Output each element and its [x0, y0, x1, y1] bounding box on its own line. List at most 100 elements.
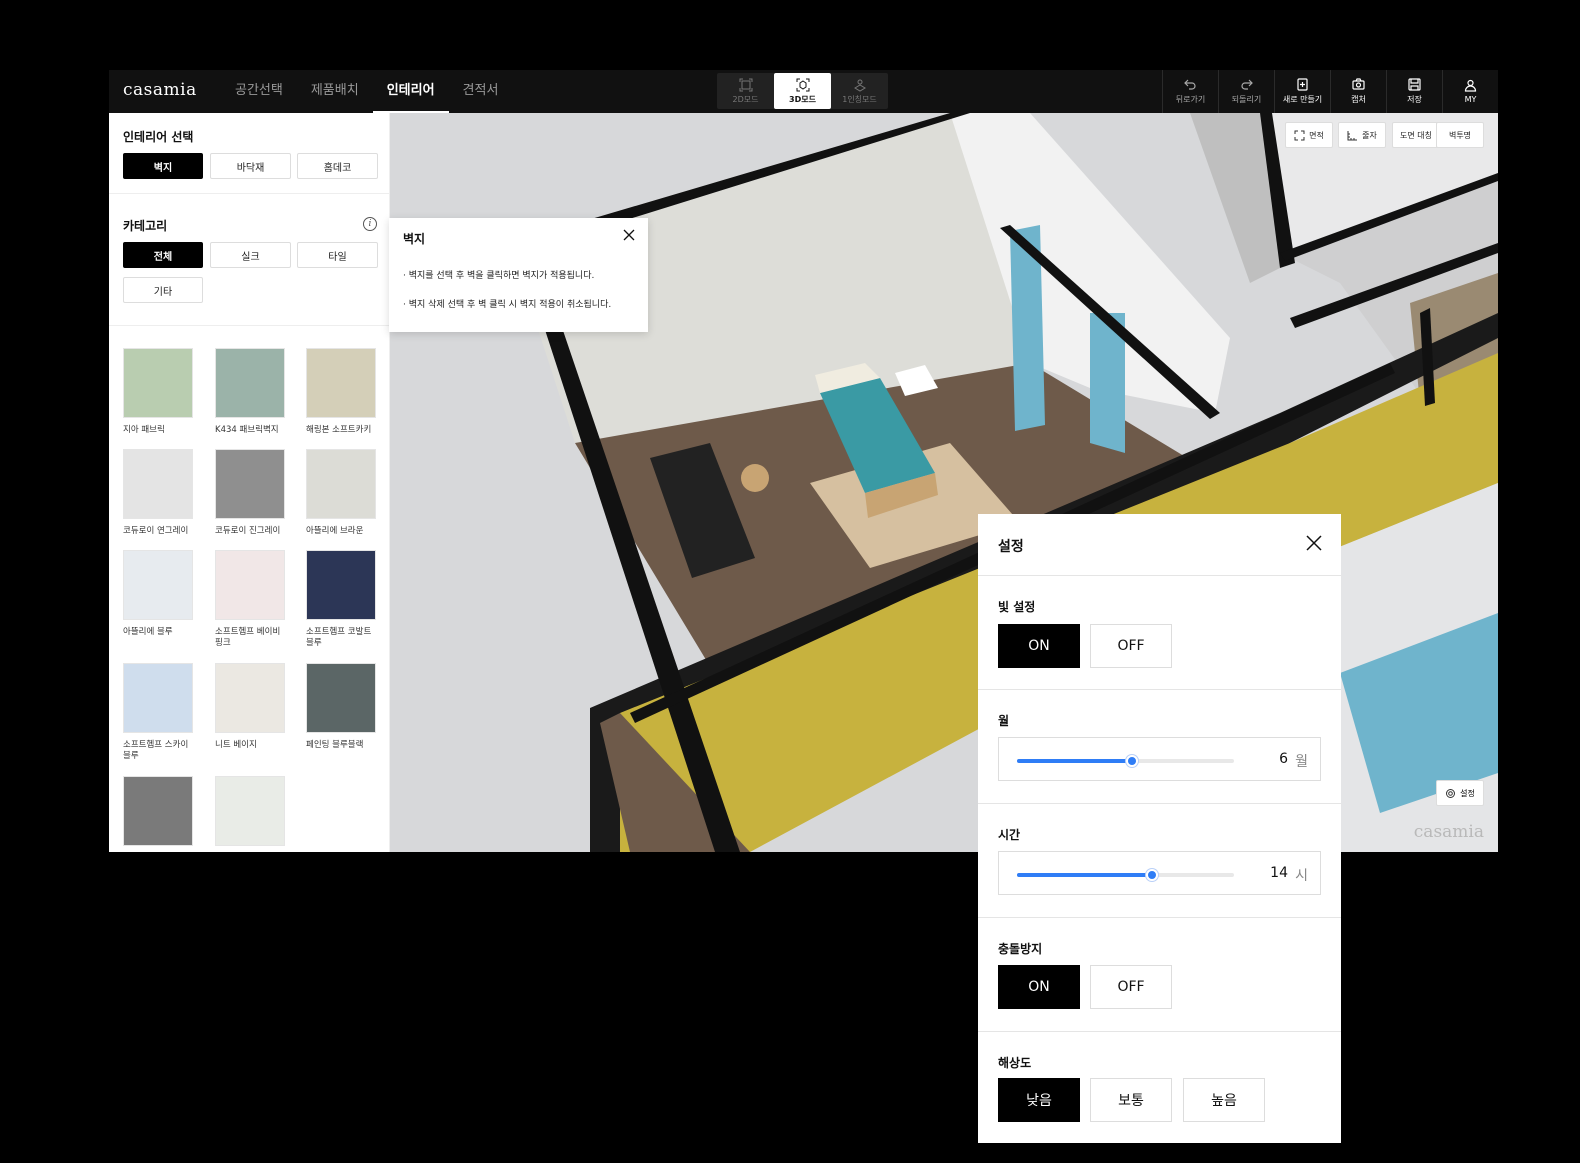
wallpaper-thumbnail[interactable]: [215, 663, 285, 733]
wallpaper-name: 페인팅 블루블랙: [306, 740, 364, 750]
wall-transparent-button[interactable]: 벽투명: [1436, 122, 1484, 148]
wallpaper-thumbnail[interactable]: [215, 348, 285, 418]
settings-header: 설정: [978, 514, 1341, 576]
wallpaper-thumbnail[interactable]: [215, 550, 285, 620]
time-unit: 시: [1295, 868, 1308, 884]
wallpaper-thumbnail[interactable]: [215, 776, 285, 846]
area-button[interactable]: 면적: [1285, 122, 1333, 148]
light-label: 빛 설정: [998, 600, 1036, 614]
wallpaper-thumbnail[interactable]: [123, 449, 193, 519]
wallpaper-thumbnail[interactable]: [123, 663, 193, 733]
light-on-button[interactable]: ON: [998, 624, 1080, 668]
time-slider-thumb[interactable]: [1145, 869, 1158, 881]
category-etc[interactable]: 기타: [123, 277, 203, 303]
tab-homedeco[interactable]: 홈데코: [297, 153, 378, 179]
resolution-low-button[interactable]: 낮음: [998, 1078, 1080, 1122]
wallpaper-thumbnail[interactable]: [123, 550, 193, 620]
wallpaper-swatch[interactable]: 페인팅 블루블랙: [306, 663, 376, 751]
mirror-plan-button[interactable]: 도면 대칭: [1392, 122, 1440, 148]
wallpaper-thumbnail[interactable]: [306, 348, 376, 418]
wallpaper-swatch[interactable]: 코듀로이 연그레이: [123, 449, 193, 537]
light-off-button[interactable]: OFF: [1090, 624, 1172, 668]
user-icon: [1464, 79, 1477, 92]
wallpaper-swatch[interactable]: 코듀로이 진그레이: [215, 449, 285, 537]
resolution-high-button[interactable]: 높음: [1183, 1078, 1265, 1122]
wallpaper-swatch[interactable]: 소프트헴프 베이비 핑크: [215, 550, 285, 649]
mode-2d-button[interactable]: 2D모드: [717, 73, 774, 109]
nav-space-select[interactable]: 공간선택: [221, 70, 297, 113]
month-slider-box: 6 월: [998, 737, 1321, 781]
tab-flooring[interactable]: 바닥재: [210, 153, 291, 179]
ruler-button[interactable]: 줄자: [1338, 122, 1386, 148]
wallpaper-name: 코듀로이 연그레이: [123, 526, 189, 536]
resolution-label: 해상도: [998, 1056, 1032, 1070]
settings-button[interactable]: 설정: [1436, 780, 1484, 806]
undo-label: 뒤로가기: [1175, 95, 1206, 104]
wallpaper-thumbnail[interactable]: [215, 449, 285, 519]
tab-wallpaper[interactable]: 벽지: [123, 153, 203, 179]
new-button[interactable]: 새로 만들기: [1274, 70, 1330, 113]
wallpaper-name: 소프트헴프 코발트 블루: [306, 627, 372, 648]
wallpaper-swatch[interactable]: 소프트헴프 코발트 블루: [306, 550, 376, 649]
month-unit: 월: [1295, 754, 1308, 770]
top-bar: casamia 공간선택 제품배치 인테리어 견적서 2D모드 3D모드 1인칭…: [109, 70, 1498, 113]
my-button[interactable]: MY: [1442, 70, 1498, 113]
brand-logo[interactable]: casamia: [123, 80, 197, 100]
time-slider-box: 14 시: [998, 851, 1321, 895]
redo-button[interactable]: 되돌리기: [1218, 70, 1274, 113]
mode-2d-label: 2D모드: [732, 94, 759, 104]
save-label: 저장: [1407, 95, 1422, 104]
close-icon[interactable]: [1305, 534, 1323, 552]
time-slider[interactable]: [1017, 869, 1234, 881]
nav-estimate[interactable]: 견적서: [449, 70, 513, 113]
month-value: 6: [1279, 751, 1288, 767]
wallpaper-thumbnail[interactable]: [123, 776, 193, 846]
wallpaper-swatch[interactable]: [215, 776, 285, 846]
redo-icon: [1241, 79, 1253, 90]
collision-on-button[interactable]: ON: [998, 965, 1080, 1009]
2d-mode-icon: [739, 78, 752, 91]
wallpaper-thumbnail[interactable]: [306, 550, 376, 620]
category-title: 카테고리: [123, 219, 168, 233]
resolution-section: 해상도 낮음 보통 높음: [978, 1032, 1341, 1143]
save-button[interactable]: 저장: [1386, 70, 1442, 113]
wallpaper-name: K434 패브릭벽지: [215, 425, 279, 435]
month-slider-fill: [1017, 759, 1132, 763]
save-icon: [1408, 78, 1421, 91]
wallpaper-swatch[interactable]: 니트 베이지: [215, 663, 285, 751]
wallpaper-swatch[interactable]: 아뜰리에 브라운: [306, 449, 376, 537]
wallpaper-thumbnail[interactable]: [123, 348, 193, 418]
category-tile[interactable]: 타일: [297, 242, 378, 268]
nav-interior[interactable]: 인테리어: [372, 70, 449, 113]
mode-3d-label: 3D모드: [789, 94, 816, 104]
month-slider-thumb[interactable]: [1126, 755, 1138, 767]
category-all[interactable]: 전체: [123, 242, 203, 268]
wallpaper-swatch[interactable]: 해링본 소프트카키: [306, 348, 376, 436]
gear-icon: [1446, 788, 1456, 798]
mode-3d-button[interactable]: 3D모드: [774, 73, 831, 109]
month-slider[interactable]: [1017, 755, 1234, 767]
wallpaper-swatch[interactable]: K434 패브릭벽지: [215, 348, 285, 436]
collision-off-button[interactable]: OFF: [1090, 965, 1172, 1009]
info-icon[interactable]: i: [363, 217, 377, 231]
time-slider-fill: [1017, 873, 1152, 877]
wallpaper-thumbnail[interactable]: [306, 449, 376, 519]
wallpaper-swatch[interactable]: 지아 패브릭: [123, 348, 193, 436]
wallpaper-name: 아뜰리에 브라운: [306, 526, 364, 536]
capture-button[interactable]: 캡처: [1330, 70, 1386, 113]
wallpaper-swatch[interactable]: [123, 776, 193, 846]
area-icon: [1294, 130, 1305, 140]
mode-first-person-button[interactable]: 1인칭모드: [831, 73, 888, 109]
close-icon[interactable]: [622, 228, 636, 242]
resolution-medium-button[interactable]: 보통: [1090, 1078, 1172, 1122]
category-silk[interactable]: 실크: [210, 242, 291, 268]
popup-line: · 벽지를 선택 후 벽을 클릭하면 벽지가 적용됩니다.: [403, 271, 595, 281]
nav-product-place[interactable]: 제품배치: [297, 70, 373, 113]
wallpaper-swatch[interactable]: 아뜰리에 블루: [123, 550, 193, 638]
popup-line: · 벽지 삭제 선택 후 벽 클릭 시 벽지 적용이 취소됩니다.: [403, 300, 612, 310]
wallpaper-swatch[interactable]: 소프트헴프 스카이 블루: [123, 663, 193, 762]
divider: [109, 325, 389, 326]
collision-section: 충돌방지 ON OFF: [978, 918, 1341, 1032]
undo-button[interactable]: 뒤로가기: [1162, 70, 1218, 113]
wallpaper-thumbnail[interactable]: [306, 663, 376, 733]
